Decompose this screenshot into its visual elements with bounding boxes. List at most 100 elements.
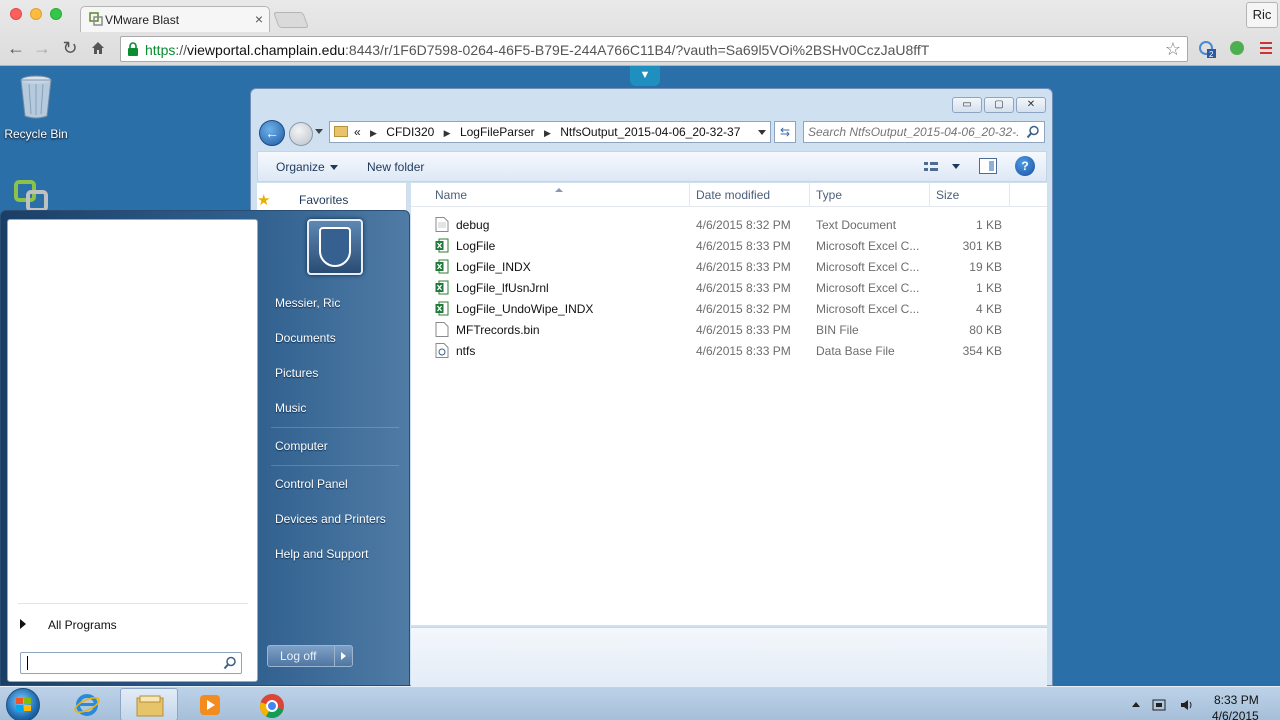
change-view-icon[interactable]	[924, 158, 964, 176]
file-size: 301 KB	[962, 239, 1002, 253]
preview-pane-icon[interactable]	[979, 158, 997, 174]
file-row[interactable]: ntfs 4/6/2015 8:33 PM Data Base File 354 KB	[411, 340, 1047, 361]
breadcrumb-overflow[interactable]: «	[354, 125, 361, 139]
media-player-icon	[200, 695, 220, 715]
nav-item-favorites[interactable]: Favorites	[299, 193, 348, 207]
browser-tab[interactable]: VMware Blast ×	[80, 6, 270, 32]
close-button[interactable]: ✕	[1016, 97, 1046, 113]
help-icon[interactable]: ?	[1015, 156, 1035, 176]
bookmark-star-icon[interactable]: ☆	[1165, 39, 1181, 60]
column-header-size[interactable]: Size	[936, 188, 959, 202]
excel-icon	[435, 259, 449, 274]
window-minimize-button[interactable]	[30, 8, 42, 20]
file-date: 4/6/2015 8:32 PM	[696, 302, 791, 316]
taskbar-internet-explorer[interactable]	[58, 688, 116, 720]
taskbar-chrome[interactable]	[244, 688, 302, 720]
all-programs-button[interactable]: All Programs	[48, 618, 117, 632]
window-close-button[interactable]	[10, 8, 22, 20]
recent-locations-icon[interactable]	[315, 129, 323, 134]
breadcrumb: « ▶ CFDI320 ▶ LogFileParser ▶ NtfsOutput…	[354, 125, 741, 139]
file-name: MFTrecords.bin	[456, 323, 540, 337]
search-icon[interactable]	[223, 656, 237, 670]
file-row[interactable]: MFTrecords.bin 4/6/2015 8:33 PM BIN File 80…	[411, 319, 1047, 340]
recycle-bin-label: Recycle Bin	[4, 127, 68, 141]
forward-arrow-icon[interactable]	[289, 122, 313, 146]
file-type: Text Document	[816, 218, 897, 232]
breadcrumb-item[interactable]: LogFileParser	[460, 125, 535, 139]
maximize-button[interactable]: ▢	[984, 97, 1014, 113]
search-icon[interactable]	[1026, 125, 1040, 139]
lock-icon	[128, 42, 138, 56]
action-center-flag-icon[interactable]	[1152, 699, 1166, 711]
file-size: 1 KB	[975, 218, 1002, 232]
file-row[interactable]: LogFile_lfUsnJrnl 4/6/2015 8:33 PM Microso…	[411, 277, 1047, 298]
chrome-icon	[260, 694, 284, 718]
log-off-button[interactable]: Log off	[267, 645, 353, 667]
window-zoom-button[interactable]	[50, 8, 62, 20]
file-date: 4/6/2015 8:32 PM	[696, 218, 791, 232]
start-item-control-panel[interactable]: Control Panel	[275, 477, 348, 491]
show-hidden-icons-icon[interactable]	[1132, 702, 1140, 707]
file-row[interactable]: LogFile 4/6/2015 8:33 PM Microsoft Excel C…	[411, 235, 1047, 256]
desktop-icon-recycle-bin[interactable]: Recycle Bin	[4, 74, 68, 141]
explorer-search-box[interactable]	[803, 121, 1045, 143]
folder-icon	[334, 126, 348, 137]
tab-close-icon[interactable]: ×	[255, 11, 263, 27]
start-item-documents[interactable]: Documents	[275, 331, 336, 345]
blast-sidebar-toggle[interactable]: ▼	[630, 66, 660, 86]
clock-date[interactable]: 4/6/2015	[1212, 709, 1259, 720]
file-name: LogFile_UndoWipe_INDX	[456, 302, 594, 316]
column-header-type[interactable]: Type	[816, 188, 842, 202]
search-input[interactable]	[808, 124, 1018, 140]
url-text: https://viewportal.champlain.edu:8443/r/…	[145, 42, 930, 58]
shutdown-options-arrow-icon[interactable]	[334, 646, 352, 666]
column-header-date[interactable]: Date modified	[696, 188, 770, 202]
home-icon[interactable]	[90, 40, 106, 56]
user-avatar[interactable]	[307, 219, 363, 275]
file-date: 4/6/2015 8:33 PM	[696, 239, 791, 253]
back-arrow-icon[interactable]: ←	[6, 38, 26, 58]
file-type: Microsoft Excel C...	[816, 239, 920, 253]
start-item-music[interactable]: Music	[275, 401, 306, 415]
chrome-menu-icon[interactable]	[1260, 42, 1272, 54]
vmware-desktop-icon[interactable]	[12, 178, 58, 214]
minimize-button[interactable]: ▭	[952, 97, 982, 113]
clock-time[interactable]: 8:33 PM	[1214, 693, 1259, 707]
start-item-computer[interactable]: Computer	[275, 439, 328, 453]
column-headers: Name Date modified Type Size	[411, 183, 1047, 207]
column-header-name[interactable]: Name	[435, 188, 467, 202]
start-search-input[interactable]	[20, 652, 242, 674]
forward-arrow-icon[interactable]: →	[32, 38, 52, 58]
excel-icon	[435, 238, 449, 253]
start-item-help-support[interactable]: Help and Support	[275, 547, 368, 561]
back-arrow-icon[interactable]: ←	[259, 120, 285, 146]
file-row[interactable]: LogFile_INDX 4/6/2015 8:33 PM Microsoft Ex…	[411, 256, 1047, 277]
start-item-user[interactable]: Messier, Ric	[275, 296, 340, 310]
address-bar[interactable]: https://viewportal.champlain.edu:8443/r/…	[120, 36, 1188, 62]
new-folder-button[interactable]: New folder	[367, 160, 424, 174]
breadcrumb-item[interactable]: NtfsOutput_2015-04-06_20-32-37	[560, 125, 740, 139]
file-type: Data Base File	[816, 344, 895, 358]
new-tab-button[interactable]	[273, 12, 309, 28]
extension-icon[interactable]: 2	[1198, 40, 1216, 58]
all-programs-arrow-icon	[20, 619, 26, 629]
organize-button[interactable]: Organize	[276, 160, 338, 174]
profile-button[interactable]: Ric	[1246, 2, 1278, 28]
reload-icon[interactable]: ↻	[60, 38, 80, 58]
taskbar-media-player[interactable]	[182, 688, 240, 720]
start-item-pictures[interactable]: Pictures	[275, 366, 318, 380]
refresh-icon[interactable]: ⇆	[774, 121, 796, 143]
breadcrumb-item[interactable]: CFDI320	[386, 125, 434, 139]
file-row[interactable]: LogFile_UndoWipe_INDX 4/6/2015 8:32 PM Mic…	[411, 298, 1047, 319]
taskbar-file-explorer[interactable]	[120, 688, 178, 720]
volume-icon[interactable]	[1180, 699, 1194, 711]
details-pane	[411, 627, 1047, 687]
extension-green-icon[interactable]	[1228, 40, 1246, 58]
vmware-tab-icon	[89, 12, 103, 26]
start-item-devices-printers[interactable]: Devices and Printers	[275, 512, 386, 526]
file-row[interactable]: debug 4/6/2015 8:32 PM Text Document 1 KB	[411, 214, 1047, 235]
chevron-down-icon[interactable]	[758, 130, 766, 135]
start-button[interactable]	[6, 688, 40, 720]
excel-icon	[435, 301, 449, 316]
explorer-address-bar[interactable]: « ▶ CFDI320 ▶ LogFileParser ▶ NtfsOutput…	[329, 121, 771, 143]
